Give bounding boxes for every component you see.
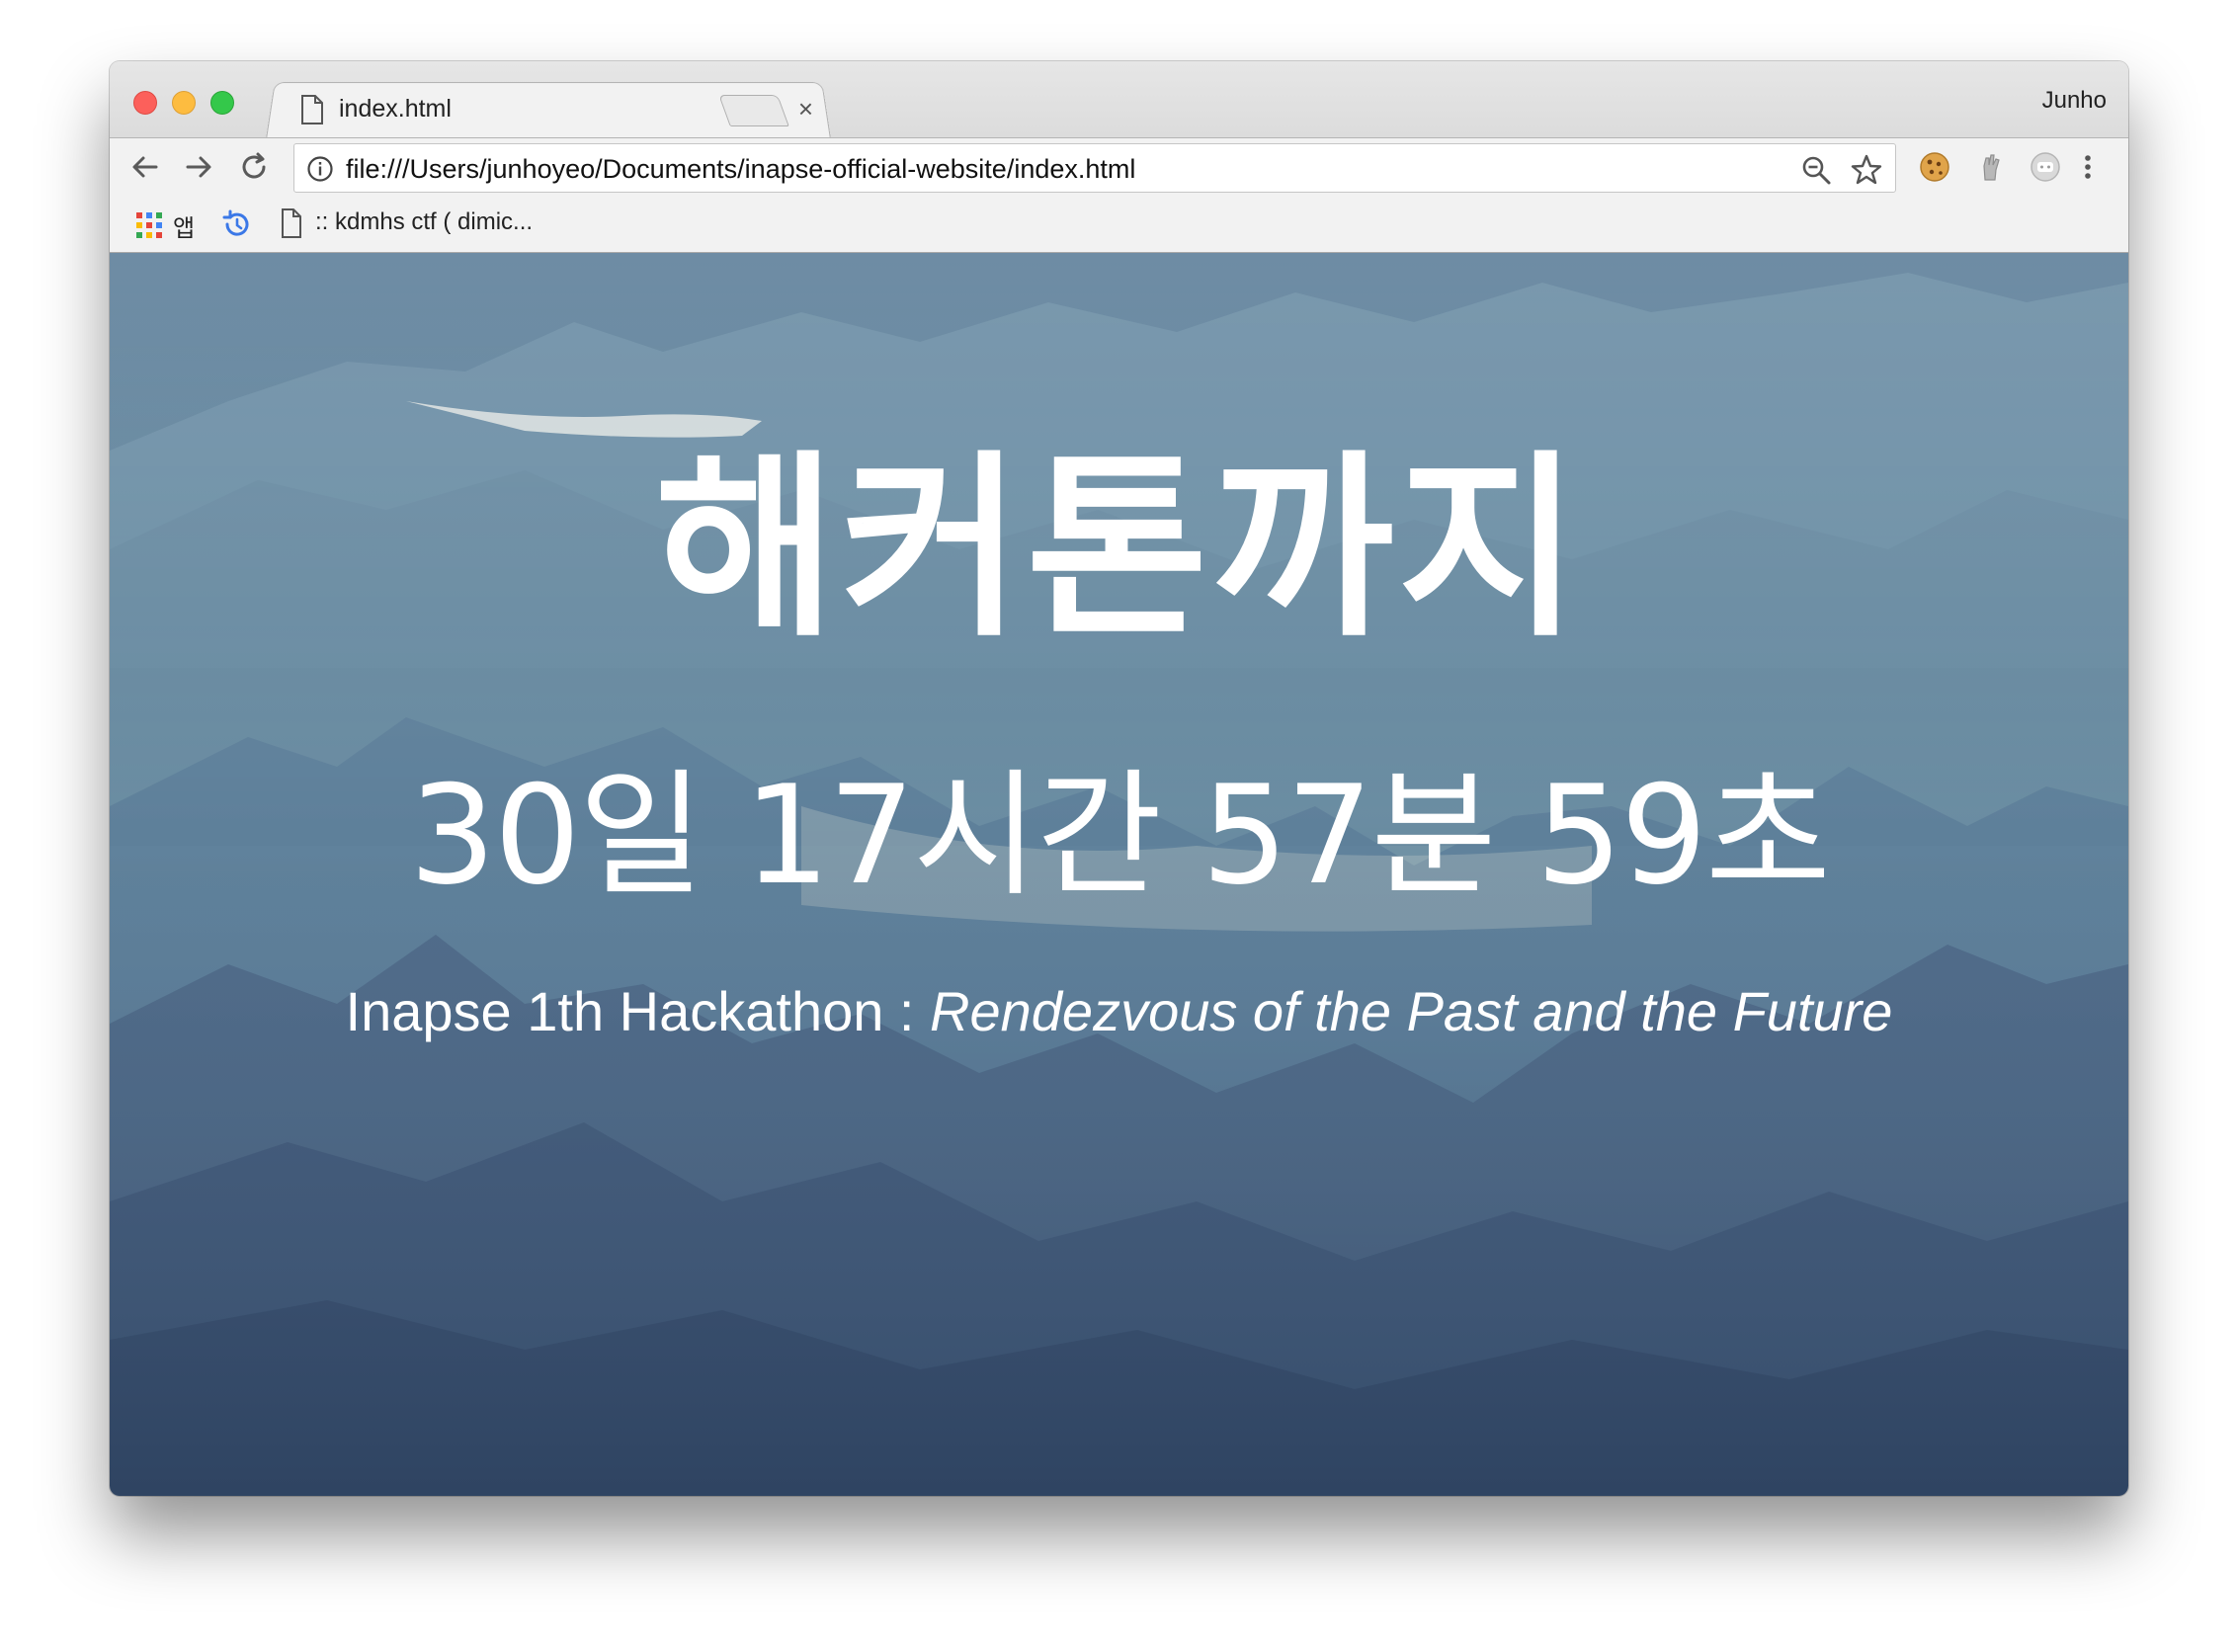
apps-label[interactable]: 앱 [173, 208, 195, 243]
tab-title: index.html [339, 95, 452, 123]
bookmark-item[interactable]: :: kdmhs ctf ( dimic... [315, 208, 533, 236]
page-icon [301, 95, 323, 124]
chat-extension-icon[interactable] [2029, 150, 2062, 184]
bookmark-star-icon[interactable] [1850, 153, 1883, 187]
cookie-extension-icon[interactable] [1918, 150, 1951, 184]
tab-close-button[interactable]: × [798, 93, 813, 124]
new-tab-button[interactable] [718, 95, 789, 126]
event-tagline: Inapse 1th Hackathon : Rendezvous of the… [110, 977, 2128, 1046]
headline: 해커톤까지 [654, 434, 1584, 664]
maximize-window-button[interactable] [210, 91, 234, 115]
zoom-out-icon[interactable] [1800, 154, 1832, 186]
menu-icon[interactable] [2078, 150, 2098, 184]
profile-name[interactable]: Junho [2042, 87, 2107, 115]
hero-section: 해커톤까지 30일 17시간 57분 59초 Inapse 1th Hackat… [110, 253, 2128, 1496]
reload-icon[interactable] [236, 149, 272, 185]
tab-strip: index.html × Junho [110, 61, 2128, 139]
tagline-prefix: Inapse 1th Hackathon : [345, 980, 931, 1042]
hand-extension-icon[interactable] [1973, 150, 2007, 184]
forward-arrow-icon[interactable] [181, 149, 216, 185]
page-icon [282, 208, 301, 238]
apps-grid-icon[interactable] [135, 211, 163, 239]
minimize-window-button[interactable] [172, 91, 196, 115]
back-arrow-icon[interactable] [127, 149, 163, 185]
countdown-timer: 30일 17시간 57분 59초 [409, 756, 1831, 915]
close-window-button[interactable] [133, 91, 157, 115]
browser-toolbar: file:///Users/junhoyeo/Documents/inapse-… [110, 137, 2128, 195]
address-bar[interactable]: file:///Users/junhoyeo/Documents/inapse-… [293, 143, 1896, 193]
info-icon[interactable] [306, 155, 334, 183]
url-text[interactable]: file:///Users/junhoyeo/Documents/inapse-… [346, 152, 1135, 186]
history-icon[interactable] [220, 208, 252, 240]
bookmarks-bar: 앱 :: kdmhs ctf ( dimic... [110, 195, 2128, 253]
browser-window: index.html × Junho file:///Users/junhoye… [110, 61, 2128, 1496]
tagline-emphasis: Rendezvous of the Past and the Future [930, 980, 1893, 1042]
